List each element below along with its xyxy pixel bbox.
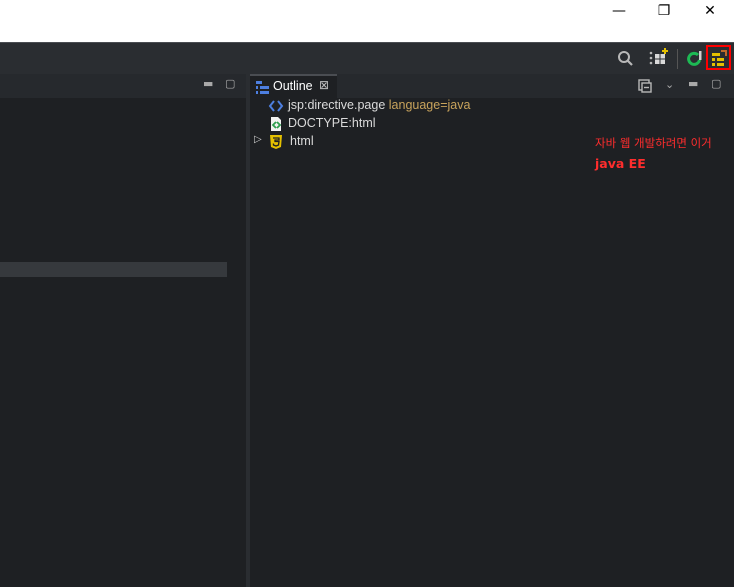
code-brackets-icon xyxy=(268,100,284,112)
tree-item-label: jsp:directive.page language=java xyxy=(288,98,471,112)
tree-item-label: html xyxy=(290,134,314,148)
tree-item-label: DOCTYPE:html xyxy=(288,116,376,130)
annotation-line-2: java EE xyxy=(595,156,646,171)
collapse-all-icon[interactable] xyxy=(637,78,653,94)
open-perspective-icon[interactable] xyxy=(648,48,670,70)
annotation-line-1: 자바 웹 개발하려면 이거 xyxy=(595,136,712,150)
minimize-icon[interactable]: ▬ xyxy=(203,77,213,90)
outline-header: Outline ⊠ ⌄ ▬ ▢ xyxy=(250,74,734,98)
html5-icon xyxy=(270,135,282,149)
maximize-icon[interactable]: ▢ xyxy=(225,77,235,90)
close-icon[interactable]: ⊠ xyxy=(319,78,329,92)
tab-outline-label: Outline xyxy=(273,79,313,93)
tree-item-doctype[interactable]: DOCTYPE:html xyxy=(268,115,468,133)
java-ee-perspective-icon[interactable] xyxy=(708,48,730,70)
expand-chevron-right-icon[interactable]: ▷ xyxy=(254,134,262,145)
main-toolbar xyxy=(0,42,734,74)
editor-panel[interactable]: ▬ ▢ xyxy=(0,74,246,587)
toolbar-separator xyxy=(677,49,678,69)
window-titlebar: — ❐ ✕ xyxy=(0,0,734,42)
minimize-icon[interactable]: ▬ xyxy=(688,77,698,90)
outline-icon xyxy=(256,81,269,94)
restore-button[interactable]: ❐ xyxy=(641,0,687,22)
tab-outline[interactable]: Outline ⊠ xyxy=(250,74,337,98)
editor-panel-header: ▬ ▢ xyxy=(0,74,246,98)
search-icon[interactable] xyxy=(615,48,637,70)
tree-item-html[interactable]: ▷ html xyxy=(254,133,454,151)
doctype-icon xyxy=(271,117,282,131)
view-menu-chevron-down-icon[interactable]: ⌄ xyxy=(665,78,674,91)
selected-line xyxy=(0,262,227,277)
minimize-button[interactable]: — xyxy=(596,0,642,22)
maximize-icon[interactable]: ▢ xyxy=(711,77,721,90)
close-button[interactable]: ✕ xyxy=(687,0,733,22)
git-icon[interactable] xyxy=(684,48,706,70)
tree-item-jsp-directive[interactable]: jsp:directive.page language=java xyxy=(268,97,518,115)
